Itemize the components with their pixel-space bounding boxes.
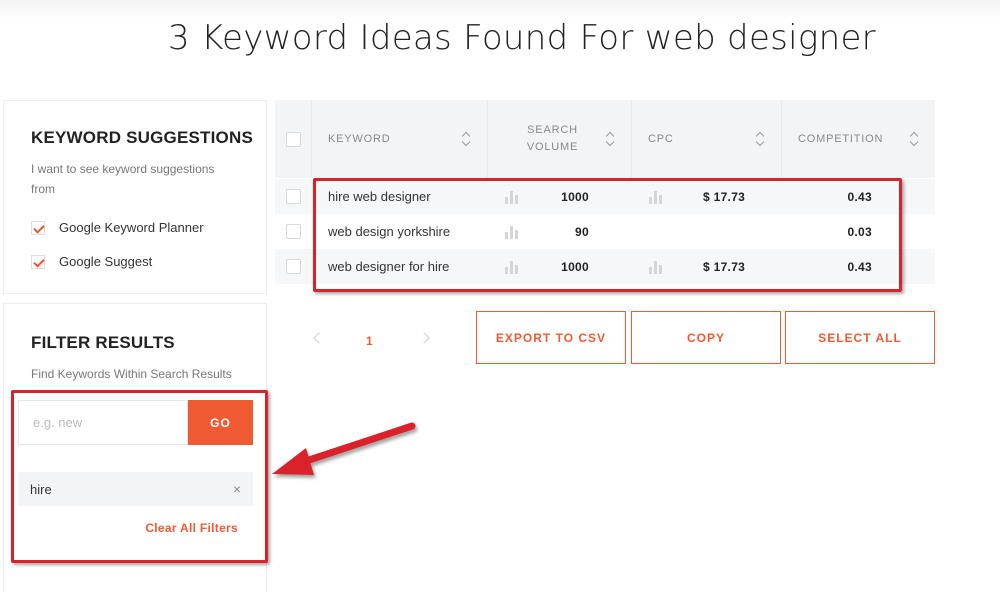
current-page-number[interactable]: 1 [366, 334, 373, 348]
column-label: SEARCH VOLUME [526, 124, 579, 153]
sort-icon[interactable] [605, 131, 615, 147]
option-google-suggest[interactable]: Google Suggest [31, 254, 152, 269]
keyword-suggestions-panel: KEYWORD SUGGESTIONS I want to see keywor… [3, 100, 267, 294]
option-label: Google Suggest [59, 254, 153, 269]
filter-heading: FILTER RESULTS [31, 333, 175, 352]
table-header: KEYWORD SEARCH VOLUME CPC COMPETITION [275, 100, 935, 178]
row-checkbox[interactable] [286, 224, 301, 239]
next-page-icon[interactable] [418, 332, 430, 344]
column-keyword[interactable]: KEYWORD [312, 100, 488, 178]
sort-icon[interactable] [909, 131, 919, 147]
column-label: KEYWORD [328, 133, 391, 145]
row-checkbox[interactable] [286, 259, 301, 274]
sort-icon[interactable] [461, 131, 471, 147]
checkbox-checked-icon[interactable] [31, 254, 45, 269]
header-select-cell [275, 100, 312, 178]
checkbox-checked-icon[interactable] [31, 220, 45, 235]
previous-page-icon[interactable] [313, 332, 325, 344]
row-checkbox[interactable] [286, 189, 301, 204]
column-cpc[interactable]: CPC [632, 100, 782, 178]
option-google-keyword-planner[interactable]: Google Keyword Planner [31, 220, 204, 235]
export-csv-button[interactable]: EXPORT TO CSV [476, 311, 626, 364]
page-title: 3 Keyword Ideas Found For web designer [168, 18, 876, 58]
filter-highlight-box [11, 390, 268, 563]
row-select-cell [275, 214, 312, 249]
top-shadow [0, 0, 1000, 20]
row-select-cell [275, 249, 312, 284]
filter-description: Find Keywords Within Search Results [31, 367, 232, 381]
column-label: COMPETITION [798, 133, 884, 145]
option-label: Google Keyword Planner [59, 220, 204, 235]
results-highlight-box [313, 178, 902, 292]
suggestions-heading: KEYWORD SUGGESTIONS [31, 128, 253, 147]
column-label: CPC [648, 133, 674, 145]
column-search-volume[interactable]: SEARCH VOLUME [488, 100, 632, 178]
row-select-cell [275, 179, 312, 214]
sort-icon[interactable] [755, 131, 765, 147]
suggestions-description: I want to see keyword suggestions from [31, 162, 215, 196]
column-competition[interactable]: COMPETITION [782, 100, 935, 178]
select-all-button[interactable]: SELECT ALL [785, 311, 935, 364]
select-all-checkbox[interactable] [285, 131, 301, 147]
copy-button[interactable]: COPY [631, 311, 781, 364]
